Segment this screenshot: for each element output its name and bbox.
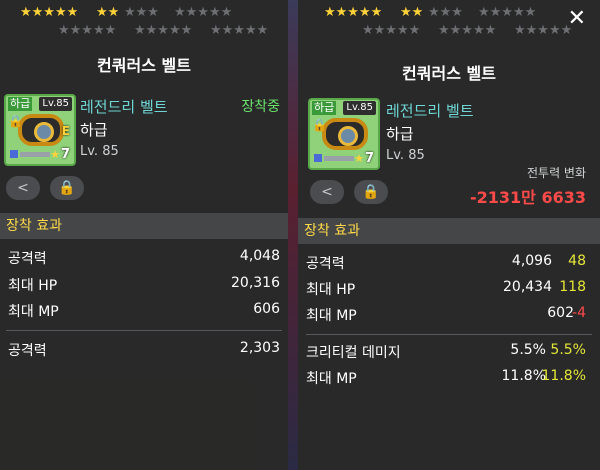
item-grade: 하급 (386, 125, 414, 143)
stat-value: 5.5% (510, 342, 546, 358)
star-group-1: ★★★★★ (20, 5, 79, 20)
stat-row: 공격력 4,048 (0, 248, 288, 272)
stat-name: 공격력 (306, 256, 345, 272)
option-bar (20, 152, 50, 157)
star-group-6: ★★★★★ (514, 23, 573, 38)
stat-name: 최대 MP (8, 304, 59, 320)
divider (306, 334, 592, 335)
divider (6, 330, 282, 331)
stat-row: 최대 HP 20,434 118 (298, 279, 600, 303)
option-indicator (314, 154, 322, 162)
star-group-2-empty: ★★★ (124, 5, 159, 20)
stat-value: 4,048 (239, 248, 280, 264)
equip-status: 장착중 (241, 99, 280, 115)
close-icon[interactable]: ✕ (568, 6, 586, 31)
star-group-2-empty: ★★★ (428, 5, 463, 20)
equipped-badge: E (61, 124, 70, 138)
lock-icon: 🔒 (362, 184, 380, 200)
stat-row: 최대 MP 11.8% 11.8% (298, 368, 600, 392)
combat-power-change: -2131만 6633 (470, 188, 586, 207)
share-button[interactable]: < (310, 180, 344, 204)
star-group-5: ★★★★★ (134, 23, 193, 38)
lock-icon: 🔒 (58, 180, 76, 196)
combat-power-label: 전투력 변화 (526, 166, 586, 180)
stat-name: 최대 HP (8, 278, 58, 294)
item-tooltip-compare: ★★★★★ ★★ ★★★ ★★★★★ ★★★★★ ★★★★★ ★★★★★ ✕ 컨… (298, 0, 600, 470)
option-bar (324, 156, 354, 161)
item-tooltip-equipped: ★★★★★ ★★ ★★★ ★★★★★ ★★★★★ ★★★★★ ★★★★★ 컨쿼러… (0, 0, 288, 470)
item-icon[interactable]: 하급 Lv.85 🔒 E ★ 7 (4, 94, 76, 166)
star-group-3: ★★★★★ (174, 5, 233, 20)
option-indicator (10, 150, 18, 158)
grade-tag: 하급 (8, 97, 33, 111)
stat-value: 20,434 (503, 279, 552, 295)
star-icon: ★ (354, 152, 364, 165)
star-group-5: ★★★★★ (438, 23, 497, 38)
item-title: 컨쿼러스 벨트 (97, 56, 191, 75)
stat-name: 공격력 (8, 251, 47, 267)
stat-name: 크리티컬 데미지 (306, 345, 401, 361)
stat-row: 최대 HP 20,316 (0, 275, 288, 299)
stat-value: 602 (547, 305, 574, 321)
stat-diff: 5.5% (550, 342, 586, 358)
belt-icon (18, 114, 64, 146)
stat-diff: 118 (559, 279, 586, 295)
item-grade: 하급 (80, 121, 108, 139)
stat-row: 공격력 2,303 (0, 340, 288, 364)
star-group-2-filled: ★★ (96, 5, 120, 20)
stat-row: 공격력 4,096 48 (298, 253, 600, 277)
star-group-3: ★★★★★ (478, 5, 537, 20)
equip-effect-header: 장착 효과 (0, 213, 288, 239)
star-group-4: ★★★★★ (58, 23, 117, 38)
level-tag: Lv.85 (39, 97, 72, 111)
stat-row: 최대 MP 602 -4 (298, 305, 600, 329)
star-count: 7 (60, 147, 70, 162)
stat-diff: -4 (572, 305, 586, 321)
item-title: 컨쿼러스 벨트 (402, 64, 496, 83)
share-icon: < (17, 180, 29, 196)
item-level: Lv. 85 (80, 144, 119, 159)
item-rarity-name: 레전드리 벨트 (386, 102, 474, 120)
level-tag: Lv.85 (343, 101, 376, 115)
stat-name: 최대 MP (306, 371, 357, 387)
stat-diff: 48 (568, 253, 586, 269)
star-group-2-filled: ★★ (400, 5, 424, 20)
stat-value: 4,096 (511, 253, 552, 269)
background-game-strip (288, 0, 298, 470)
lock-button[interactable]: 🔒 (50, 176, 84, 200)
equip-effect-header: 장착 효과 (298, 218, 600, 244)
share-button[interactable]: < (6, 176, 40, 200)
stat-row: 최대 MP 606 (0, 301, 288, 325)
lock-button[interactable]: 🔒 (354, 180, 388, 204)
stat-diff: 11.8% (541, 368, 586, 384)
share-icon: < (321, 184, 333, 200)
stat-value: 11.8% (501, 368, 546, 384)
stat-row: 크리티컬 데미지 5.5% 5.5% (298, 342, 600, 366)
star-count: 7 (364, 151, 374, 166)
star-force-rating: ★★★★★ ★★ ★★★ ★★★★★ ★★★★★ ★★★★★ ★★★★★ (298, 4, 600, 38)
star-force-rating: ★★★★★ ★★ ★★★ ★★★★★ ★★★★★ ★★★★★ ★★★★★ (0, 4, 288, 38)
star-group-4: ★★★★★ (362, 23, 421, 38)
stat-value: 2,303 (239, 340, 280, 356)
stat-name: 공격력 (8, 343, 47, 359)
star-group-6: ★★★★★ (210, 23, 269, 38)
item-icon[interactable]: 하급 Lv.85 🔒 ★ 7 (308, 98, 380, 170)
lock-icon: 🔒 (312, 118, 327, 132)
stat-name: 최대 MP (306, 308, 357, 324)
star-group-1: ★★★★★ (324, 5, 383, 20)
star-icon: ★ (50, 148, 60, 161)
grade-tag: 하급 (312, 101, 337, 115)
stat-name: 최대 HP (306, 282, 356, 298)
stat-value: 606 (253, 301, 280, 317)
belt-icon (322, 118, 368, 150)
item-level: Lv. 85 (386, 148, 425, 163)
lock-icon: 🔒 (8, 114, 23, 128)
stat-value: 20,316 (231, 275, 280, 291)
item-rarity-name: 레전드리 벨트 (80, 98, 168, 116)
